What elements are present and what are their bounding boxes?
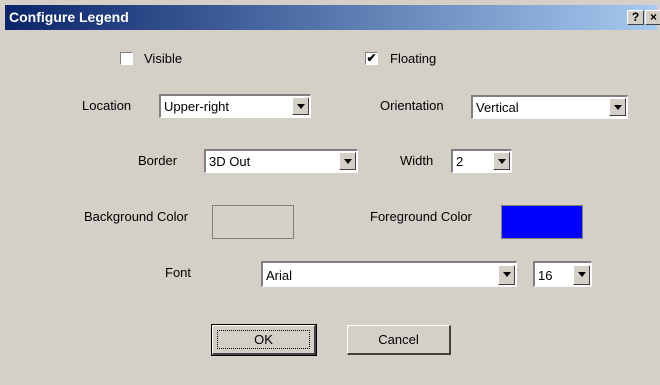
chevron-down-icon[interactable]	[498, 265, 515, 285]
orientation-label: Orientation	[380, 98, 444, 113]
ok-button[interactable]: OK	[211, 324, 317, 356]
font-value: Arial	[266, 268, 293, 283]
cancel-button[interactable]: Cancel	[347, 325, 451, 355]
visible-checkbox[interactable]	[120, 52, 133, 65]
floating-label: Floating	[390, 51, 437, 66]
orientation-select[interactable]: Vertical	[471, 95, 628, 119]
chevron-down-icon[interactable]	[493, 152, 510, 170]
location-select[interactable]: Upper-right	[159, 94, 311, 118]
font-label: Font	[165, 265, 192, 280]
font-select[interactable]: Arial	[261, 261, 517, 287]
font-size-select[interactable]: 16	[533, 261, 592, 287]
configure-legend-dialog: Configure Legend ? × Visible ✔ Floating …	[0, 0, 660, 385]
foreground-color-swatch[interactable]	[501, 205, 583, 239]
visible-label: Visible	[144, 51, 183, 66]
border-value: 3D Out	[209, 154, 251, 169]
cancel-button-label: Cancel	[378, 332, 419, 347]
checkmark-icon: ✔	[366, 51, 377, 65]
font-size-value: 16	[538, 268, 553, 283]
location-label: Location	[82, 98, 132, 113]
close-button[interactable]: ×	[645, 10, 660, 25]
background-color-label: Background Color	[84, 209, 189, 224]
width-select[interactable]: 2	[451, 149, 512, 173]
border-label: Border	[138, 153, 178, 168]
border-select[interactable]: 3D Out	[204, 149, 358, 173]
floating-checkbox[interactable]: ✔	[365, 52, 378, 65]
width-label: Width	[400, 153, 434, 168]
title-bar[interactable]: Configure Legend ? ×	[5, 5, 660, 30]
background-color-swatch[interactable]	[212, 205, 294, 239]
width-value: 2	[456, 154, 464, 169]
focus-rectangle	[217, 330, 310, 349]
chevron-down-icon[interactable]	[292, 97, 309, 115]
window-title: Configure Legend	[9, 9, 129, 25]
foreground-color-label: Foreground Color	[370, 209, 472, 224]
orientation-value: Vertical	[476, 100, 519, 115]
location-value: Upper-right	[164, 99, 230, 114]
chevron-down-icon[interactable]	[609, 98, 626, 116]
chevron-down-icon[interactable]	[339, 152, 356, 170]
help-button[interactable]: ?	[627, 10, 644, 25]
chevron-down-icon[interactable]	[573, 265, 590, 285]
